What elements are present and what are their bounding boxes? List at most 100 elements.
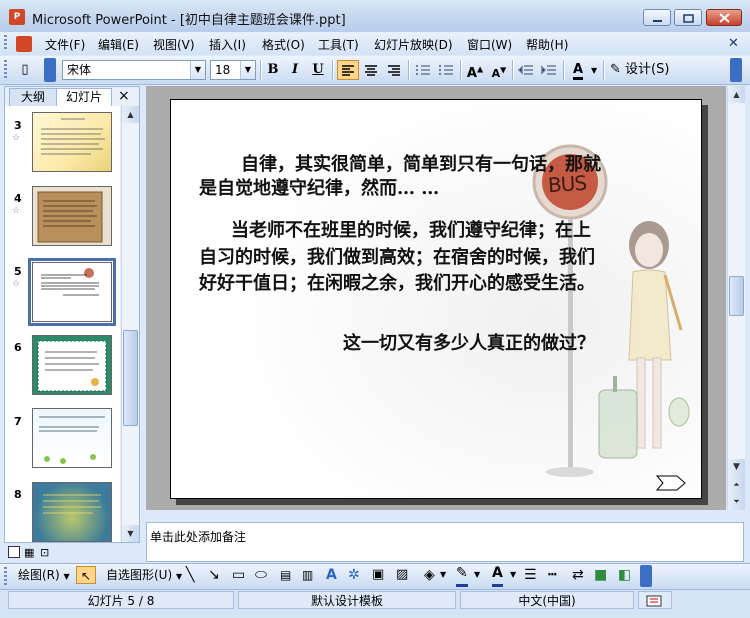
underline-button[interactable]: U [307, 60, 329, 80]
decrease-indent-button[interactable] [515, 60, 537, 80]
diagram-icon[interactable]: ✲ [348, 566, 360, 584]
slide-number: 3 [14, 119, 22, 132]
scroll-up-icon[interactable]: ▲ [122, 106, 139, 123]
align-right-button[interactable] [383, 60, 405, 80]
fill-color-icon[interactable]: ◈ [424, 566, 435, 584]
menu-file[interactable]: 文件(F) [45, 36, 85, 52]
increase-font-icon: A▲ [466, 65, 484, 82]
draw-menu-button[interactable]: 绘图(R) ▼ [18, 566, 70, 584]
chevron-down-icon[interactable]: ▼ [440, 566, 446, 584]
slide-thumbnail-5[interactable] [28, 258, 116, 326]
tab-slides[interactable]: 幻灯片 [56, 88, 112, 107]
arrow-style-icon[interactable]: ⇄ [572, 566, 584, 584]
menu-help[interactable]: 帮助(H) [526, 36, 568, 52]
line-color-icon[interactable]: ✎ [456, 566, 468, 587]
shadow-style-icon[interactable]: ■ [594, 566, 607, 584]
text-color-icon[interactable]: A [492, 566, 503, 587]
doc-close-icon[interactable]: ✕ [728, 36, 739, 51]
spelling-status-icon[interactable] [638, 591, 672, 609]
font-color-button[interactable]: A [567, 60, 589, 80]
slide-thumbnail-8[interactable] [32, 482, 112, 542]
close-button[interactable] [706, 9, 742, 26]
scroll-down-icon[interactable]: ▼ [122, 525, 139, 542]
arrow-tool-icon[interactable]: ↘ [208, 566, 220, 584]
line-tool-icon[interactable]: ╲ [186, 566, 194, 584]
italic-button[interactable]: I [284, 60, 306, 80]
font-size-select[interactable]: 18 ▼ [210, 60, 256, 80]
chevron-down-icon[interactable]: ▼ [474, 566, 480, 584]
maximize-button[interactable] [674, 9, 702, 26]
chevron-down-icon[interactable]: ▼ [510, 566, 516, 584]
clipart-icon[interactable]: ▣ [372, 566, 384, 584]
font-color-icon: A [572, 62, 584, 80]
toolbar-grip[interactable] [4, 60, 7, 80]
thumbnail-scrollbar[interactable]: ▲ ▼ [121, 106, 139, 542]
select-objects-button[interactable]: ↖ [76, 566, 96, 584]
increase-indent-button[interactable] [538, 60, 560, 80]
bullet-list-icon [438, 64, 453, 76]
bold-button[interactable]: B [262, 60, 284, 80]
vertical-textbox-icon[interactable]: ▥ [302, 566, 313, 584]
decrease-indent-icon [517, 65, 533, 75]
slide-thumbnail-7[interactable] [32, 408, 112, 468]
notes-placeholder[interactable]: 单击此处添加备注 [150, 528, 246, 545]
minimize-button[interactable] [643, 9, 671, 26]
document-icon[interactable] [16, 36, 32, 52]
menu-format[interactable]: 格式(O) [262, 36, 305, 52]
toolbar-options-icon[interactable] [640, 565, 652, 587]
slide-scrollbar[interactable]: ▲ ▼ ⏶ ⏷ [727, 86, 745, 510]
slide-thumbnail-3[interactable] [32, 112, 112, 172]
powerpoint-app-icon[interactable]: P [9, 9, 25, 25]
menu-tools[interactable]: 工具(T) [318, 36, 359, 52]
scrollbar-thumb[interactable] [123, 330, 138, 426]
slide-sorter-view-icon[interactable]: ▦ [24, 546, 34, 559]
wordart-icon[interactable]: A [326, 566, 337, 584]
next-slide-icon[interactable]: ⏷ [728, 493, 745, 510]
toolbar-grip[interactable] [4, 567, 7, 585]
previous-slide-icon[interactable]: ⏶ [728, 476, 745, 493]
tab-outline[interactable]: 大纲 [9, 88, 57, 106]
dash-style-icon[interactable]: ┅ [548, 566, 556, 584]
current-slide[interactable]: BUS 自律，其实很简单，简单到只有一句话，那就 是自觉地遵守纪律，然而… … … [170, 99, 702, 499]
menu-window[interactable]: 窗口(W) [467, 36, 512, 52]
slide-thumbnail-6[interactable] [32, 335, 112, 395]
numbering-button[interactable] [412, 60, 434, 80]
pane-close-icon[interactable]: × [118, 88, 130, 104]
oval-tool-icon[interactable]: ⬭ [255, 566, 267, 584]
slide-number: 8 [14, 488, 22, 501]
rectangle-tool-icon[interactable]: ▭ [232, 566, 245, 584]
menu-insert[interactable]: 插入(I) [209, 36, 246, 52]
bullets-button[interactable] [435, 60, 457, 80]
new-document-icon[interactable]: ▯ [14, 60, 36, 80]
textbox-tool-icon[interactable]: ▤ [280, 566, 291, 584]
menu-slideshow[interactable]: 幻灯片放映(D) [374, 36, 453, 52]
autoshapes-button[interactable]: 自选图形(U) ▼ [106, 566, 182, 584]
align-center-button[interactable] [360, 60, 382, 80]
menubar-grip[interactable] [4, 35, 7, 51]
scroll-up-icon[interactable]: ▲ [728, 86, 745, 103]
menu-view[interactable]: 视图(V) [153, 36, 195, 52]
design-button[interactable]: ✎ 设计(S) [610, 60, 674, 80]
picture-icon[interactable]: ▨ [396, 566, 408, 584]
design-template[interactable]: 默认设计模板 [238, 591, 456, 609]
font-name-select[interactable]: 宋体 ▼ [62, 60, 206, 80]
scrollbar-thumb[interactable] [729, 276, 744, 316]
slide-transition-icon: ☆ [12, 133, 21, 143]
chevron-down-icon: ▼ [63, 572, 70, 581]
slideshow-view-icon[interactable]: ⊡ [40, 546, 49, 559]
scroll-down-icon[interactable]: ▼ [728, 459, 745, 476]
3d-style-icon[interactable]: ◧ [618, 566, 631, 584]
chevron-down-icon: ▼ [175, 572, 183, 581]
chevron-down-icon[interactable]: ▼ [591, 66, 597, 75]
font-size-value: 18 [215, 63, 231, 77]
slide-thumbnail-4[interactable] [32, 186, 112, 246]
toolbar-options-icon[interactable] [44, 58, 56, 82]
menu-edit[interactable]: 编辑(E) [98, 36, 139, 52]
increase-font-size-button[interactable]: A▲ [464, 60, 486, 82]
align-left-button[interactable] [337, 60, 359, 80]
decrease-font-size-button[interactable]: A▼ [488, 60, 510, 80]
toolbar-separator [332, 60, 334, 80]
toolbar-options-icon[interactable] [730, 58, 742, 82]
line-style-icon[interactable]: ☰ [524, 566, 537, 584]
normal-view-icon[interactable] [8, 546, 20, 558]
